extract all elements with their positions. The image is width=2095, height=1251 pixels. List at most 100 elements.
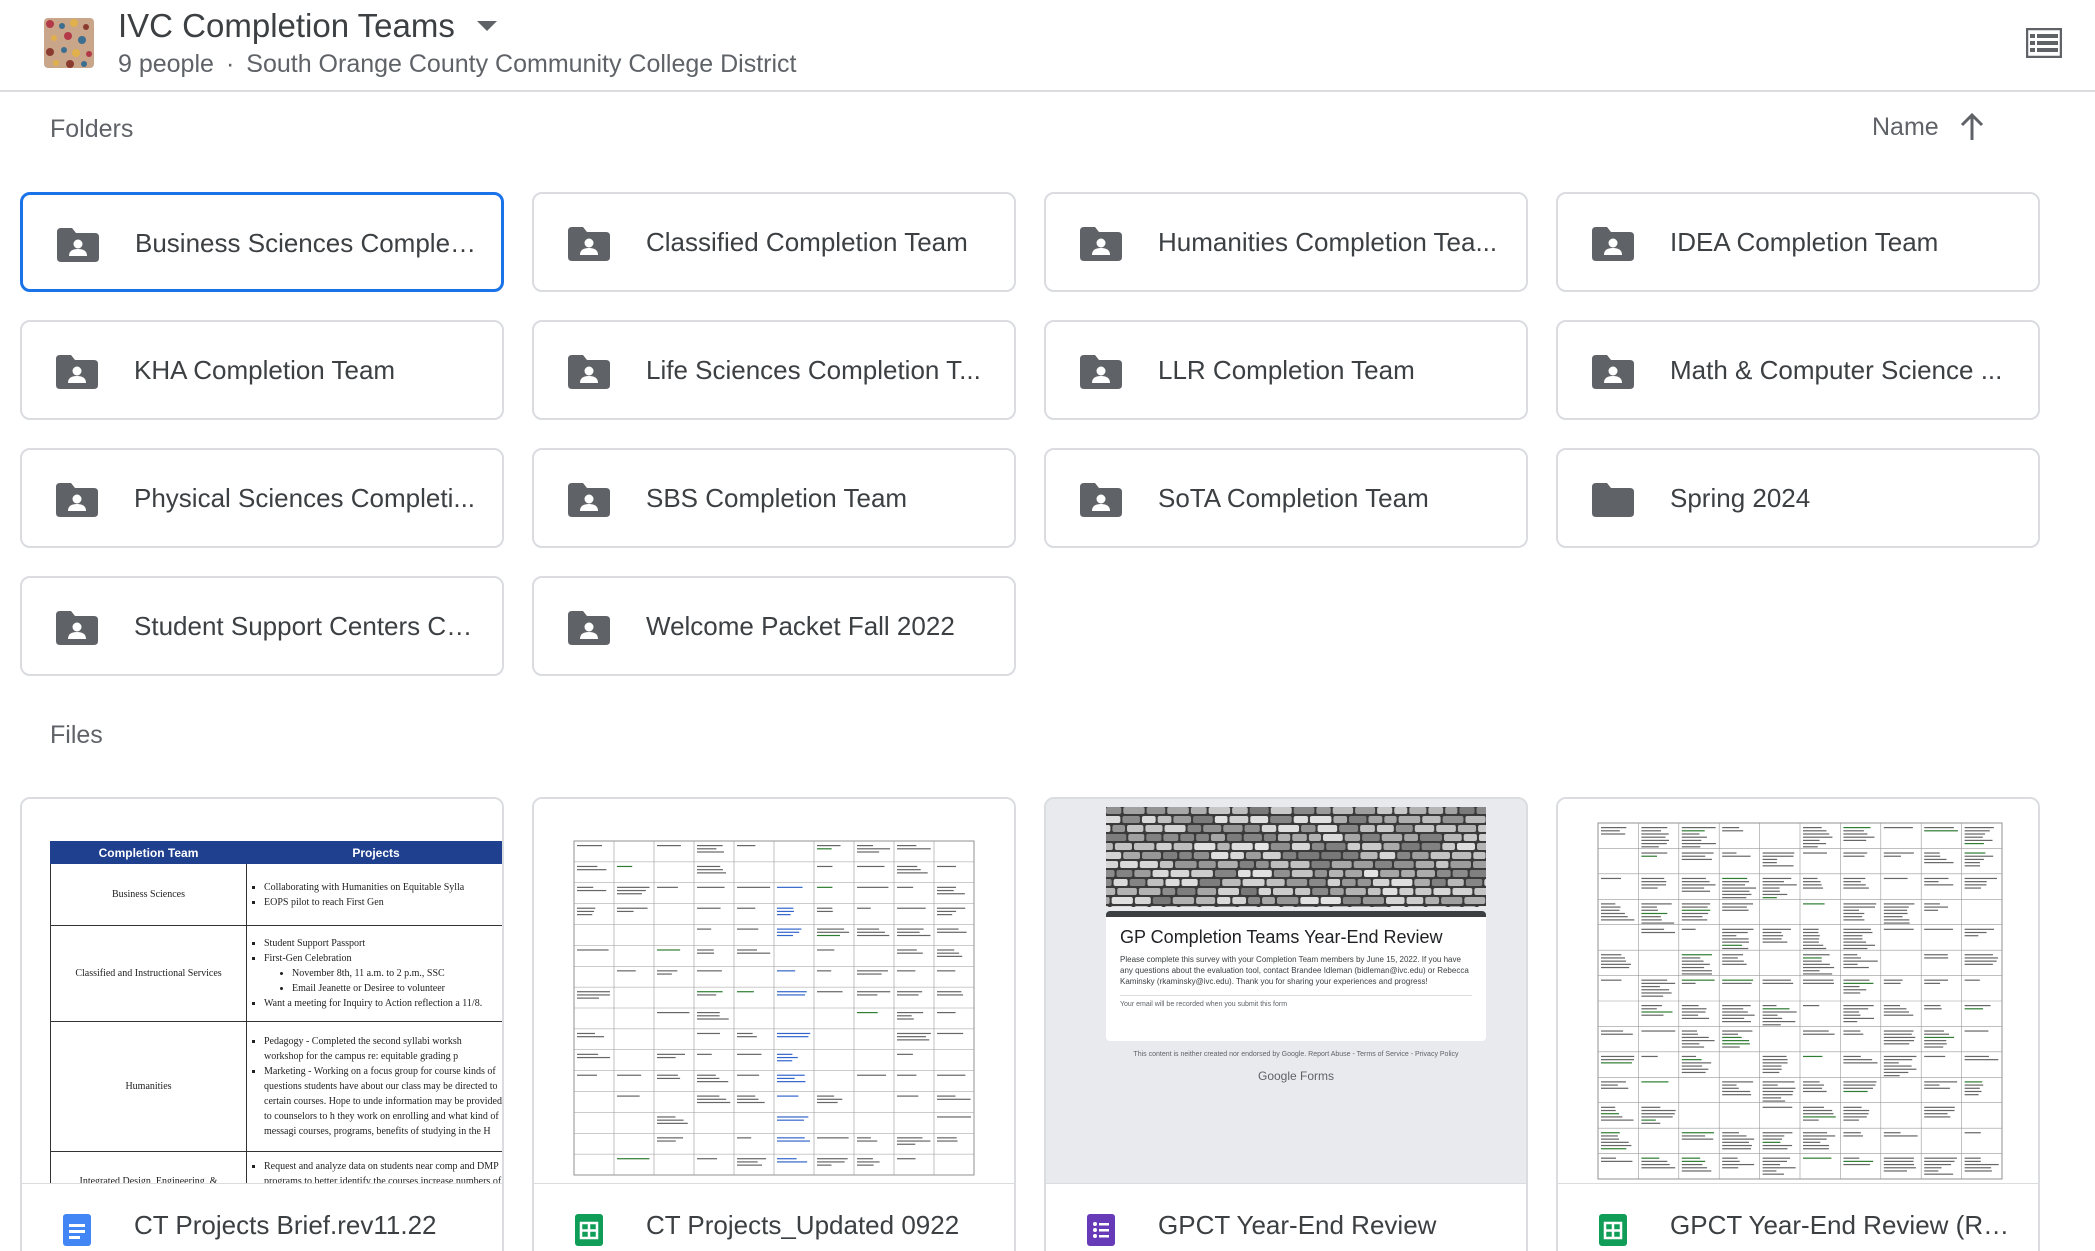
file-card-ct-projects-updated[interactable]: CT Projects_Updated 0922	[532, 797, 1016, 1251]
shared-folder-icon	[1080, 483, 1122, 517]
organization-name: South Orange County Community College Di…	[246, 50, 797, 78]
folder-item[interactable]: Life Sciences Completion T...	[532, 320, 1016, 420]
folder-item[interactable]: Student Support Centers Co...	[20, 576, 504, 676]
paving-stones-image	[1106, 807, 1486, 907]
brief-item: Marketing - Working on a focus group for…	[264, 1064, 502, 1139]
folder-name: KHA Completion Team	[134, 355, 396, 385]
file-footer: GPCT Year-End Review (Res...	[1558, 1183, 2038, 1251]
folder-item[interactable]: Math & Computer Science ...	[1556, 320, 2040, 420]
folder-item[interactable]: Classified Completion Team	[532, 192, 1016, 292]
google-sheets-icon	[575, 1214, 603, 1246]
drive-title-menu[interactable]: IVC Completion Teams	[118, 4, 497, 48]
form-header-image	[1106, 807, 1486, 907]
brief-item: Request and analyze data on students nea…	[264, 1159, 502, 1183]
form-preview-card: GP Completion Teams Year-End Review Plea…	[1106, 911, 1486, 1041]
brief-team: Classified and Instructional Services	[50, 925, 247, 1022]
file-footer: CT Projects Brief.rev11.22	[22, 1183, 502, 1251]
shared-folder-icon	[1080, 227, 1122, 261]
file-thumbnail	[1558, 799, 2038, 1183]
folder-item[interactable]: Humanities Completion Tea...	[1044, 192, 1528, 292]
brief-item: Pedagogy - Completed the second syllabi …	[264, 1034, 502, 1064]
google-sheets-icon	[1599, 1214, 1627, 1246]
shared-folder-icon	[1592, 355, 1634, 389]
file-card-gpct-year-end-responses[interactable]: GPCT Year-End Review (Res...	[1556, 797, 2040, 1251]
file-name: GPCT Year-End Review (Res...	[1670, 1210, 2014, 1240]
sort-label[interactable]: Name	[1872, 113, 1939, 142]
people-count[interactable]: 9 people	[118, 50, 214, 79]
separator: ·	[225, 50, 235, 78]
file-footer: CT Projects_Updated 0922	[534, 1183, 1014, 1251]
drive-title[interactable]: IVC Completion Teams	[118, 7, 455, 45]
brief-item: Collaborating with Humanities on Equitab…	[264, 880, 502, 895]
form-brand: Google Forms	[1257, 1069, 1335, 1083]
shared-folder-icon	[568, 483, 610, 517]
brief-subitem: Email Jeanette or Desiree to volunteer	[292, 981, 502, 996]
form-description: Please complete this survey with your Co…	[1120, 955, 1469, 986]
shared-folder-icon	[56, 355, 98, 389]
shared-folder-icon	[1080, 355, 1122, 389]
google-docs-icon	[63, 1214, 91, 1246]
shared-folder-icon	[56, 483, 98, 517]
folder-name: Student Support Centers Co...	[134, 611, 478, 641]
file-name: CT Projects Brief.rev11.22	[134, 1210, 437, 1240]
brief-item: First-Gen Celebration	[264, 951, 502, 966]
folder-name: SBS Completion Team	[646, 483, 908, 513]
sort-control[interactable]: Name	[1872, 112, 1985, 142]
folder-item[interactable]: SoTA Completion Team	[1044, 448, 1528, 548]
brief-subitem: November 8th, 11 a.m. to 2 p.m., SSC	[292, 966, 502, 981]
shared-folder-icon	[568, 227, 610, 261]
file-thumbnail: GP Completion Teams Year-End Review Plea…	[1046, 799, 1526, 1183]
spreadsheet-preview	[1597, 822, 2003, 1180]
folder-name: SoTA Completion Team	[1158, 483, 1429, 513]
brief-item: Student Support Passport	[264, 936, 502, 951]
brief-team: Business Sciences	[50, 863, 247, 926]
folder-name: Classified Completion Team	[646, 227, 968, 257]
folder-item[interactable]: Welcome Packet Fall 2022	[532, 576, 1016, 676]
folder-item[interactable]: Physical Sciences Completi...	[20, 448, 504, 548]
folder-name: Business Sciences Complet...	[135, 228, 477, 258]
folder-item[interactable]: Business Sciences Complet...	[20, 192, 504, 292]
spreadsheet-preview	[573, 840, 975, 1176]
folder-name: Physical Sciences Completi...	[134, 483, 476, 513]
brief-item: Want a meeting for Inquiry to Action ref…	[264, 996, 502, 1011]
brief-team: Integrated Design, Engineering, &	[50, 1151, 247, 1183]
file-card-gpct-year-end-review[interactable]: GP Completion Teams Year-End Review Plea…	[1044, 797, 1528, 1251]
brief-thumbnail-table: Completion Team Projects Business Scienc…	[50, 841, 502, 1183]
brief-item: EOPS pilot to reach First Gen	[264, 895, 502, 910]
shared-folder-icon	[57, 228, 99, 262]
shared-drive-avatar	[44, 18, 94, 68]
shared-folder-icon	[56, 611, 98, 645]
folder-name: LLR Completion Team	[1158, 355, 1415, 385]
file-thumbnail: Completion Team Projects Business Scienc…	[22, 799, 502, 1183]
arrow-up-icon[interactable]	[1959, 112, 1985, 142]
files-section-label: Files	[50, 721, 103, 749]
folder-item[interactable]: IDEA Completion Team	[1556, 192, 2040, 292]
folder-name: IDEA Completion Team	[1670, 227, 1939, 257]
file-card-ct-projects-brief[interactable]: Completion Team Projects Business Scienc…	[20, 797, 504, 1251]
folder-name: Spring 2024	[1670, 483, 1811, 513]
file-thumbnail	[534, 799, 1014, 1183]
folder-item[interactable]: LLR Completion Team	[1044, 320, 1528, 420]
caret-down-icon[interactable]	[476, 21, 497, 31]
folder-name: Welcome Packet Fall 2022	[646, 611, 955, 641]
folder-name: Math & Computer Science ...	[1670, 355, 2003, 385]
form-email-note: Your email will be recorded when you sub…	[1120, 995, 1472, 1008]
list-view-icon[interactable]	[2025, 27, 2063, 59]
drive-subtitle: 9 people · South Orange County Community…	[118, 50, 797, 79]
brief-team: Humanities	[50, 1021, 247, 1152]
folder-item[interactable]: Spring 2024	[1556, 448, 2040, 548]
brief-col-projects: Projects	[246, 841, 502, 864]
shared-folder-icon	[568, 611, 610, 645]
file-name: CT Projects_Updated 0922	[646, 1210, 960, 1240]
google-forms-icon	[1087, 1214, 1115, 1246]
folders-section-label: Folders	[50, 115, 134, 143]
brief-col-team: Completion Team	[50, 841, 247, 864]
folder-item[interactable]: KHA Completion Team	[20, 320, 504, 420]
folder-icon	[1592, 483, 1634, 517]
form-title: GP Completion Teams Year-End Review	[1120, 927, 1443, 947]
folder-name: Life Sciences Completion T...	[646, 355, 981, 385]
file-name: GPCT Year-End Review	[1158, 1210, 1437, 1240]
shared-folder-icon	[568, 355, 610, 389]
folder-item[interactable]: SBS Completion Team	[532, 448, 1016, 548]
shared-folder-icon	[1592, 227, 1634, 261]
